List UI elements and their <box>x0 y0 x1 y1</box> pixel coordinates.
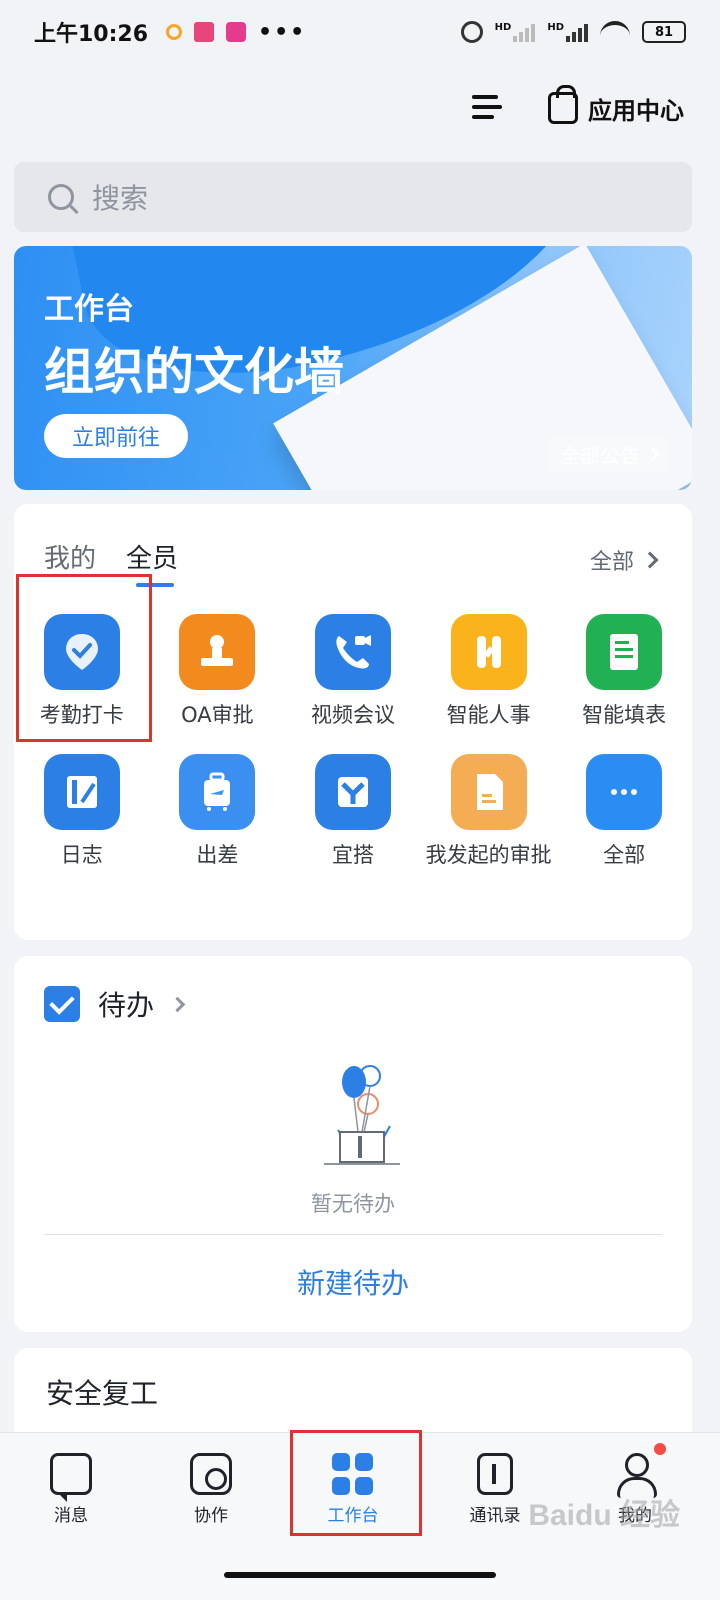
signal-hd-label: HD <box>547 22 564 33</box>
wifi-icon <box>600 21 630 43</box>
all-notices-label: 全部公告 <box>560 443 640 468</box>
filter-menu-icon[interactable] <box>472 95 502 121</box>
profile-icon <box>614 1443 666 1498</box>
app-label: 智能人事 <box>446 703 531 727</box>
stamp-icon <box>179 614 256 690</box>
signal-1-icon: HD <box>495 22 536 42</box>
status-right-icons: HD HD 81 <box>460 21 686 43</box>
notification-app-icon <box>194 22 215 42</box>
more-dots-icon <box>586 754 663 830</box>
app-label: 宜搭 <box>331 843 374 867</box>
notification-app-icon <box>166 24 183 40</box>
nav-collaboration[interactable]: 协作 <box>146 1453 276 1526</box>
new-todo-button[interactable]: 新建待办 <box>14 1262 692 1302</box>
app-journal[interactable]: 日志 <box>14 754 150 870</box>
nav-messages[interactable]: 消息 <box>6 1453 136 1526</box>
message-icon <box>50 1453 92 1502</box>
baidu-watermark: Baidu 经验 <box>528 1499 680 1532</box>
app-label: OA审批 <box>181 703 254 727</box>
app-label: 智能填表 <box>582 703 667 727</box>
more-notifications-icon: ••• <box>258 19 307 45</box>
app-my-approvals[interactable]: 我发起的审批 <box>421 754 557 870</box>
attendance-highlight-box <box>16 574 152 742</box>
banner-big-title: 组织的文化墙 <box>44 343 344 401</box>
yida-icon <box>314 754 391 830</box>
h-letter-icon <box>450 614 527 690</box>
document-icon <box>450 754 527 830</box>
app-smart-hr[interactable]: 智能人事 <box>421 614 557 730</box>
tab-everyone[interactable]: 全员 <box>126 538 178 587</box>
battery-icon: 81 <box>642 21 686 43</box>
collaboration-icon <box>190 1453 232 1495</box>
app-label: 全部 <box>603 843 646 867</box>
apps-tabs: 我的 全员 <box>44 538 178 587</box>
signal-2-icon: HD <box>547 22 588 42</box>
contacts-icon <box>477 1453 513 1495</box>
divider <box>44 1234 662 1235</box>
app-label: 我发起的审批 <box>425 843 552 867</box>
app-smart-form[interactable]: 智能填表 <box>556 614 692 730</box>
app-center-label: 应用中心 <box>588 96 684 125</box>
all-apps-link[interactable]: 全部 <box>589 544 659 576</box>
home-indicator[interactable] <box>224 1572 496 1578</box>
luggage-icon <box>179 754 256 830</box>
alarm-icon <box>460 21 483 43</box>
app-label: 视频会议 <box>310 703 395 727</box>
workspace-highlight-box <box>290 1430 422 1536</box>
status-bar: 上午10:26 ••• HD HD 81 <box>0 0 720 64</box>
go-now-button[interactable]: 立即前往 <box>44 414 188 458</box>
unread-dot <box>654 1443 666 1455</box>
status-time: 上午10:26 <box>34 22 149 47</box>
todo-title: 待办 <box>98 989 155 1022</box>
header-actions: 应用中心 <box>472 80 684 136</box>
search-placeholder: 搜索 <box>92 182 149 215</box>
app-video-meeting[interactable]: 视频会议 <box>285 614 421 730</box>
all-notices-button[interactable]: 全部公告 <box>548 436 668 472</box>
signal-hd-label: HD <box>494 22 512 33</box>
checkbox-icon <box>44 986 80 1022</box>
safety-title: 安全复工 <box>46 1377 159 1410</box>
nav-label: 消息 <box>54 1506 88 1526</box>
app-yida[interactable]: 宜搭 <box>285 754 421 870</box>
chevron-right-icon <box>645 446 661 462</box>
empty-balloons-illustration <box>324 1065 400 1165</box>
app-center-button[interactable]: 应用中心 <box>548 85 684 126</box>
journal-icon <box>43 754 120 830</box>
video-call-icon <box>314 614 391 690</box>
culture-wall-banner[interactable]: 工作台 组织的文化墙 立即前往 全部公告 <box>14 246 692 490</box>
form-icon <box>586 614 663 690</box>
app-label: 日志 <box>60 843 103 867</box>
chevron-right-icon <box>641 551 659 569</box>
notification-icons: ••• <box>166 20 306 45</box>
todo-card: 待办 暂无待办 新建待办 <box>14 956 692 1332</box>
app-label: 出差 <box>196 843 239 867</box>
search-input[interactable]: 搜索 <box>14 162 692 232</box>
nav-label: 通讯录 <box>469 1506 521 1526</box>
chevron-right-icon <box>169 996 186 1012</box>
app-business-trip[interactable]: 出差 <box>150 754 286 870</box>
shopping-bag-icon <box>548 85 578 124</box>
tab-mine[interactable]: 我的 <box>44 538 96 575</box>
notification-app-icon <box>226 22 247 42</box>
all-apps-label: 全部 <box>589 550 634 575</box>
app-all[interactable]: 全部 <box>556 754 692 870</box>
search-icon <box>48 184 74 210</box>
todo-header[interactable]: 待办 <box>44 984 186 1024</box>
app-oa-approval[interactable]: OA审批 <box>150 614 286 730</box>
empty-todo-text: 暂无待办 <box>311 1192 395 1216</box>
nav-label: 协作 <box>194 1506 228 1526</box>
banner-small-title: 工作台 <box>44 292 134 327</box>
battery-level: 81 <box>654 24 674 40</box>
